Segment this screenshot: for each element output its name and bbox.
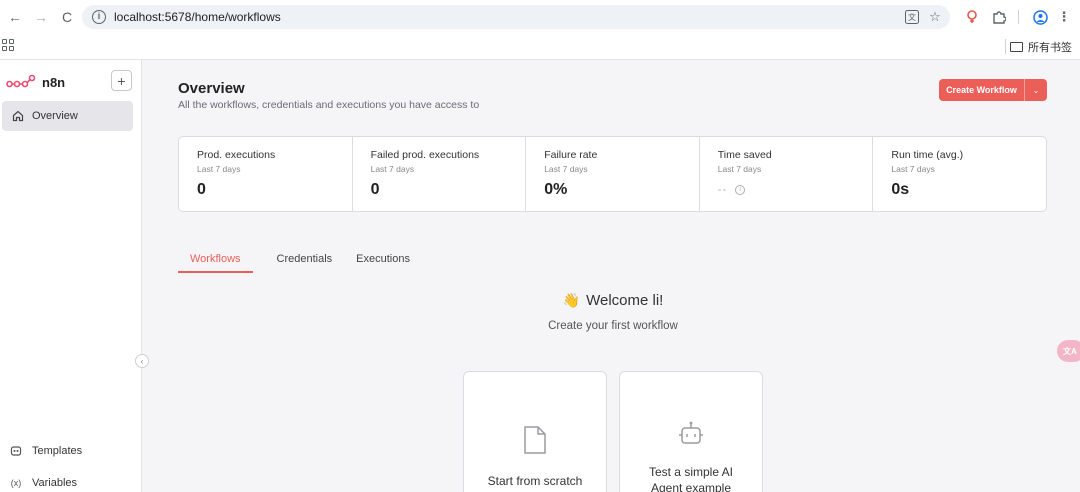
- address-bar[interactable]: i localhost:5678/home/workflows: [82, 5, 950, 29]
- stats-panel: Prod. executions Last 7 days 0 Failed pr…: [178, 136, 1047, 212]
- home-icon: [12, 110, 24, 122]
- all-bookmarks-folder[interactable]: 所有书签: [1010, 39, 1072, 55]
- stat-period: Last 7 days: [370, 164, 415, 174]
- translate-floating-button[interactable]: 文A: [1057, 340, 1080, 362]
- sidebar-item-label: Templates: [32, 445, 83, 457]
- page-title: Overview: [178, 80, 245, 97]
- create-workflow-button[interactable]: Create Workflow: [939, 79, 1025, 101]
- folder-icon: [1010, 42, 1023, 52]
- stat-period: Last 7 days: [544, 164, 588, 174]
- n8n-logo-icon: [6, 74, 36, 88]
- welcome-title: Welcome li!: [586, 292, 664, 309]
- stat-value: 0%: [544, 181, 568, 198]
- page-subtitle: All the workflows, credentials and execu…: [178, 99, 480, 111]
- collapse-sidebar-button[interactable]: ‹: [135, 354, 149, 368]
- stat-period: Last 7 days: [197, 164, 241, 174]
- apps-grid-icon[interactable]: [2, 39, 14, 51]
- browser-menu-icon[interactable]: ⋮: [1054, 7, 1074, 27]
- add-button[interactable]: +: [111, 70, 132, 91]
- waving-hand-icon: 👋: [562, 292, 581, 308]
- stat-prod-executions[interactable]: Prod. executions Last 7 days 0: [179, 137, 353, 211]
- stat-run-time[interactable]: Run time (avg.) Last 7 days 0s: [873, 137, 1046, 211]
- stat-value: 0: [370, 181, 380, 198]
- robot-icon: [679, 421, 703, 444]
- stat-label: Prod. executions: [197, 149, 276, 161]
- chevron-down-icon: ⌄: [1032, 85, 1040, 95]
- stat-value: --: [717, 184, 728, 196]
- create-workflow-button-group: Create Workflow ⌄: [939, 79, 1047, 101]
- card-label: Start from scratch: [487, 474, 583, 488]
- n8n-logo[interactable]: n8n: [6, 74, 65, 90]
- bookmark-star-icon[interactable]: ☆: [925, 7, 945, 27]
- info-icon[interactable]: i: [735, 185, 746, 195]
- tab-workflows[interactable]: Workflows: [178, 250, 253, 273]
- brand-name: n8n: [42, 74, 66, 90]
- stat-value-placeholder: -- i: [718, 184, 873, 196]
- variables-icon: (x): [10, 478, 22, 488]
- stat-failure-rate[interactable]: Failure rate Last 7 days 0%: [526, 137, 700, 211]
- stat-label: Failure rate: [544, 149, 598, 161]
- stat-period: Last 7 days: [717, 164, 762, 174]
- back-icon[interactable]: ←: [4, 6, 26, 28]
- tab-executions[interactable]: Executions: [356, 250, 410, 273]
- stat-time-saved[interactable]: Time saved Last 7 days -- i: [700, 137, 874, 211]
- bookmarks-divider: [1005, 39, 1006, 54]
- sidebar-item-variables[interactable]: (x) Variables: [10, 477, 77, 489]
- stat-label: Failed prod. executions: [370, 149, 480, 161]
- browser-toolbar: ← → C i localhost:5678/home/workflows 文 …: [0, 0, 1080, 34]
- stat-label: Time saved: [717, 149, 772, 161]
- main-content: Overview All the workflows, credentials …: [143, 60, 1080, 492]
- sidebar: n8n + Overview Templates (x) Variables: [0, 60, 142, 492]
- sidebar-item-templates[interactable]: Templates: [10, 445, 82, 457]
- stat-label: Run time (avg.): [891, 149, 964, 161]
- welcome-heading: 👋 Welcome li!: [523, 292, 703, 309]
- bookmarks-bar: 所有书签: [0, 34, 1080, 60]
- translate-icon[interactable]: 文: [902, 7, 922, 27]
- forward-icon[interactable]: →: [30, 6, 52, 28]
- stat-value: 0s: [891, 181, 910, 198]
- stat-value: 0: [197, 181, 206, 198]
- stat-failed-executions[interactable]: Failed prod. executions Last 7 days 0: [353, 137, 527, 211]
- profile-icon[interactable]: [1030, 7, 1050, 27]
- sidebar-item-label: Variables: [32, 477, 78, 489]
- sidebar-item-label: Overview: [32, 110, 78, 122]
- file-icon: [524, 426, 546, 454]
- stat-period: Last 7 days: [891, 164, 935, 174]
- templates-icon: [10, 446, 22, 456]
- translate-badge-text: 文A: [1063, 346, 1077, 356]
- card-label: Test a simple AI Agent example: [648, 465, 734, 492]
- overview-tabs: Workflows Credentials Executions: [178, 250, 410, 273]
- url-text: localhost:5678/home/workflows: [114, 10, 281, 24]
- all-bookmarks-label: 所有书签: [1028, 42, 1072, 54]
- welcome-subtitle: Create your first workflow: [548, 320, 678, 332]
- start-from-scratch-card[interactable]: Start from scratch: [463, 371, 607, 492]
- site-info-icon[interactable]: i: [92, 10, 106, 24]
- create-options-button[interactable]: ⌄: [1025, 79, 1047, 101]
- tab-credentials[interactable]: Credentials: [277, 250, 333, 273]
- svg-text:文: 文: [908, 12, 916, 22]
- extensions-puzzle-icon[interactable]: [989, 7, 1009, 27]
- extension-icon[interactable]: [962, 7, 982, 27]
- ai-agent-example-card[interactable]: Test a simple AI Agent example: [619, 371, 763, 492]
- chevron-left-icon: ‹: [140, 356, 144, 366]
- sidebar-item-overview[interactable]: Overview: [2, 101, 133, 131]
- reload-icon[interactable]: C: [56, 6, 78, 28]
- toolbar-divider: [1018, 10, 1019, 24]
